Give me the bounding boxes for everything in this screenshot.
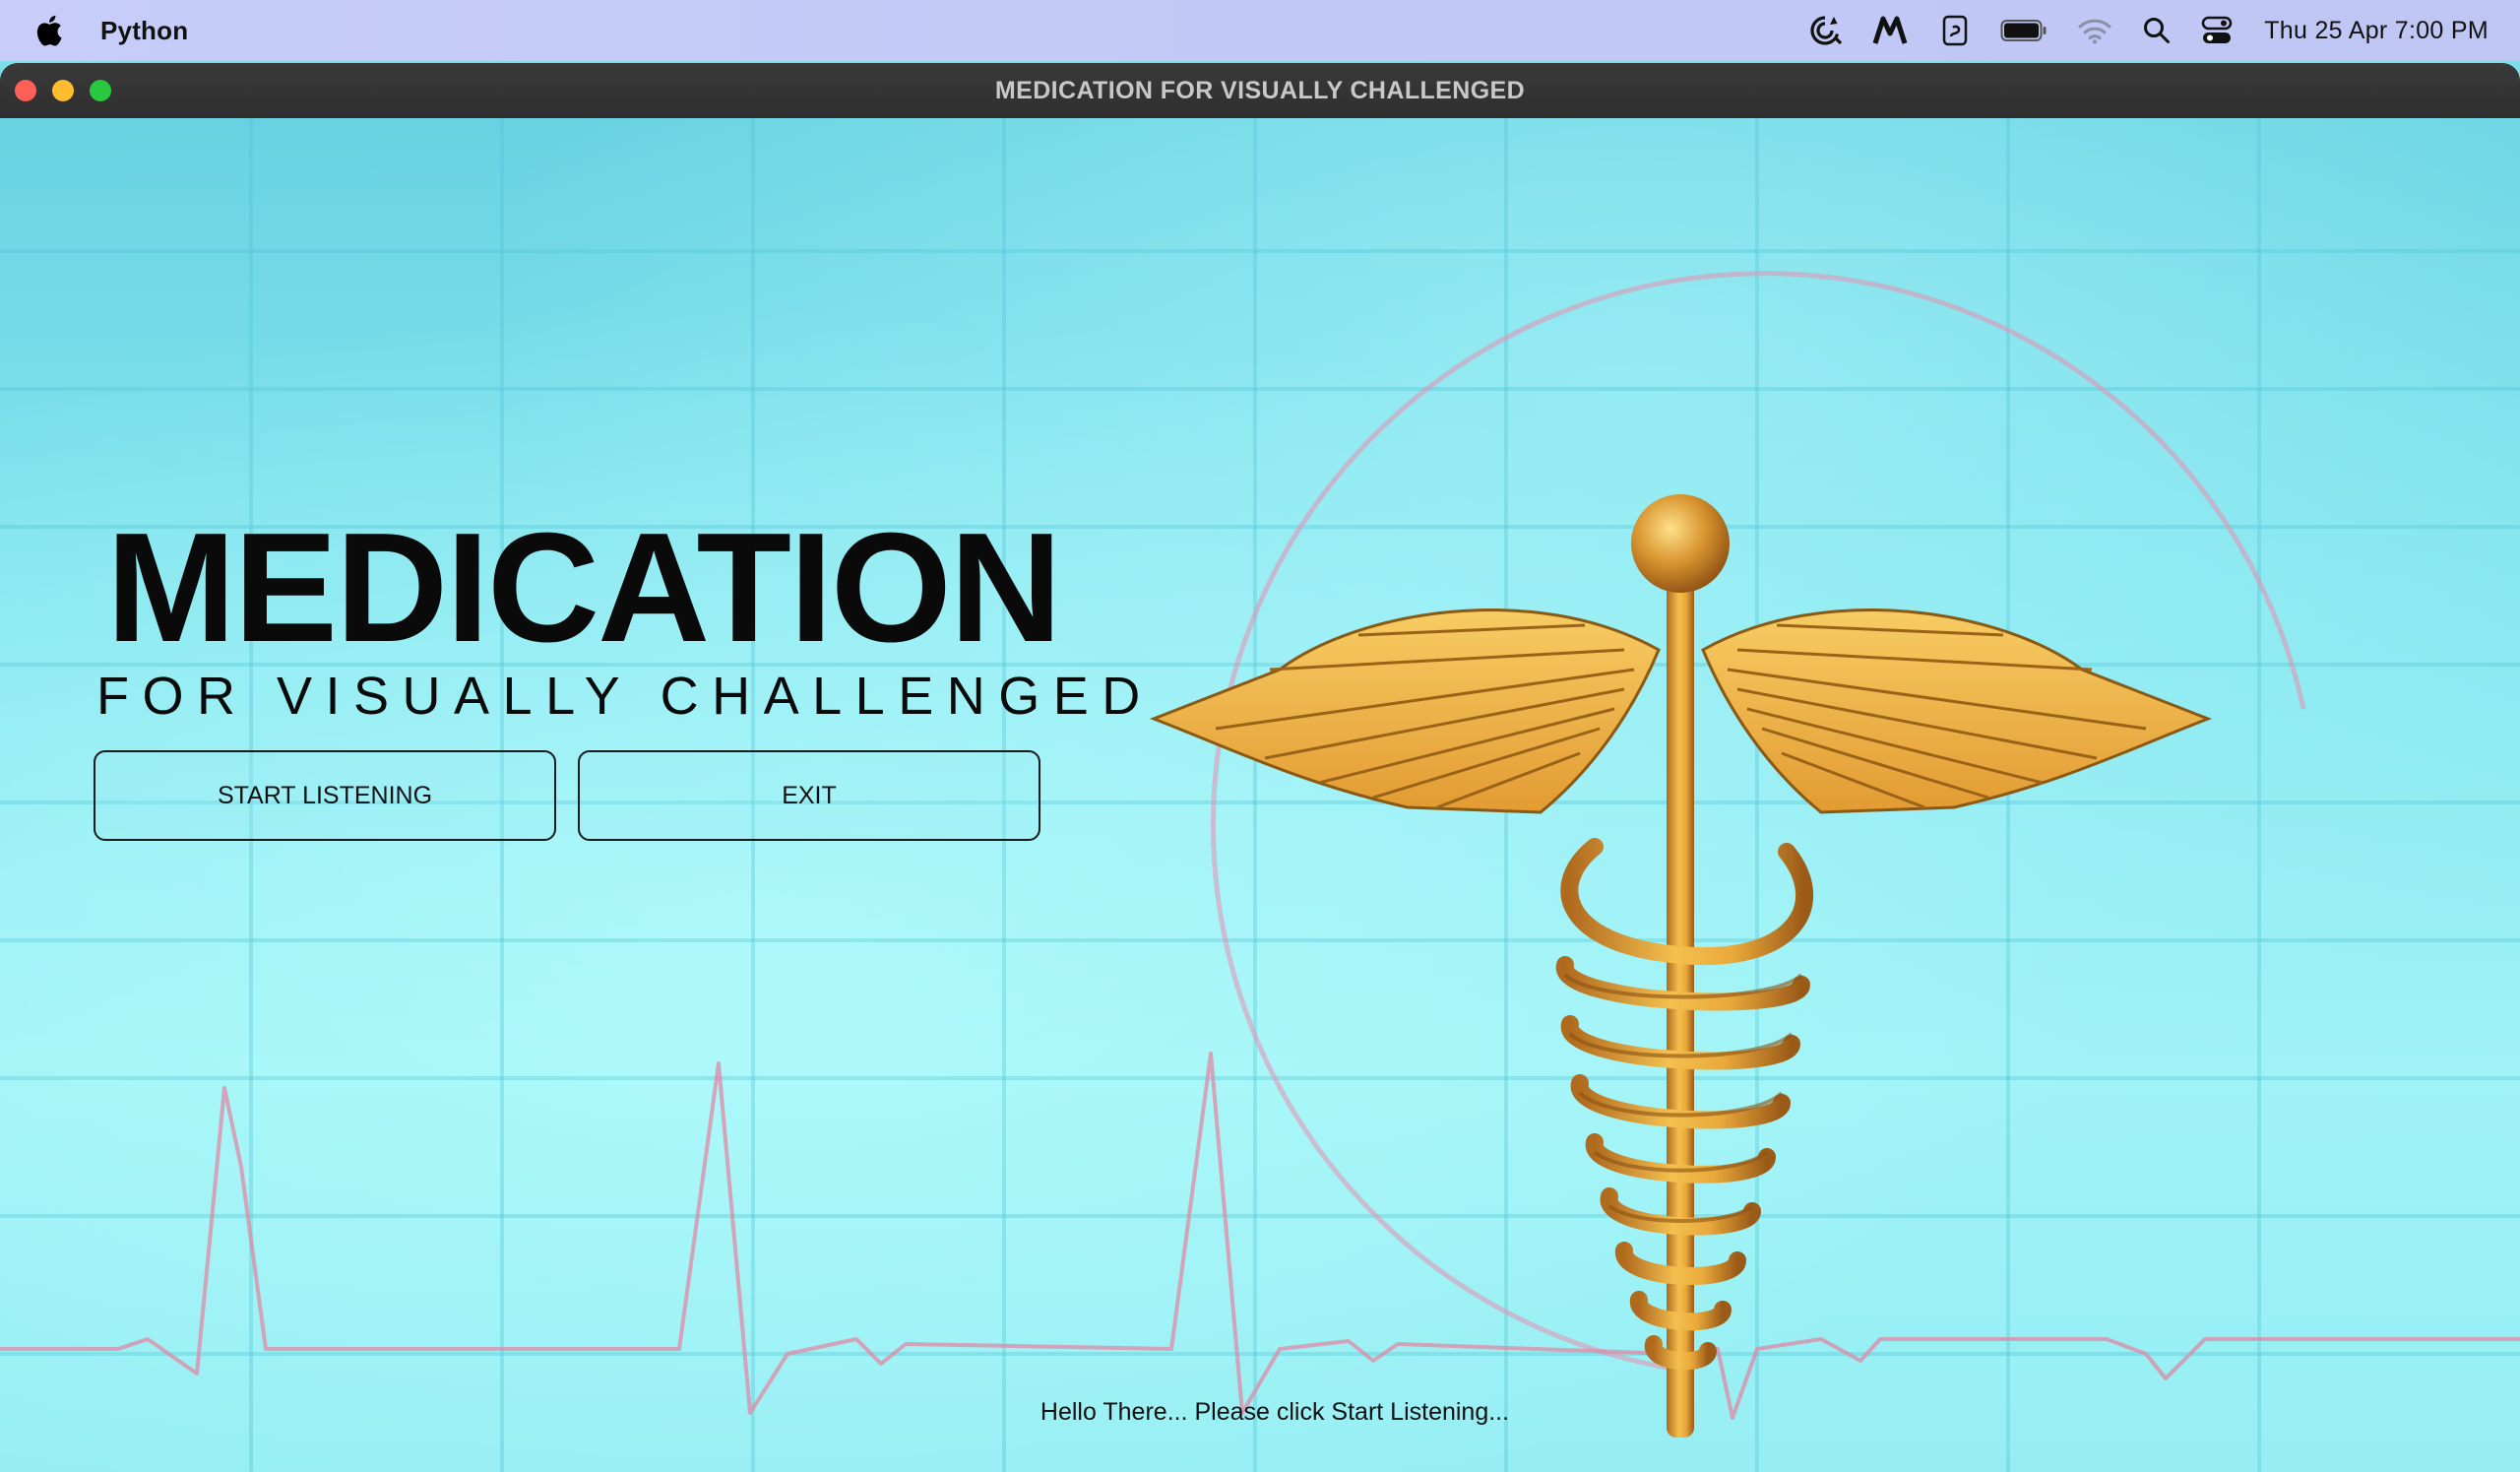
exit-button[interactable]: EXIT — [578, 750, 1040, 841]
search-icon[interactable] — [2142, 13, 2172, 48]
menu-bar: Python Thu 25 Apr 7:00 PM — [0, 0, 2520, 61]
zoom-window-button[interactable] — [90, 80, 111, 101]
window-titlebar[interactable]: MEDICATION FOR VISUALLY CHALLENGED — [0, 63, 2520, 118]
apple-icon[interactable] — [33, 15, 63, 46]
caduceus-illustration — [1149, 494, 2213, 1438]
app-window: MEDICATION FOR VISUALLY CHALLENGED MEDIC… — [0, 63, 2520, 1472]
start-listening-button[interactable]: START LISTENING — [94, 750, 556, 841]
app-heading: MEDICATION — [106, 501, 1062, 674]
heartbeat-line — [0, 1052, 2520, 1420]
control-center-icon[interactable] — [2201, 13, 2233, 48]
malwarebytes-icon[interactable] — [1872, 13, 1912, 48]
app-name[interactable]: Python — [100, 16, 188, 46]
minimize-window-button[interactable] — [52, 80, 74, 101]
status-message: Hello There... Please click Start Listen… — [1040, 1398, 1510, 1426]
close-window-button[interactable] — [15, 80, 36, 101]
window-content: MEDICATION FOR VISUALLY CHALLENGED START… — [0, 118, 2520, 1472]
sync-icon[interactable] — [1807, 13, 1843, 48]
menubar-clock[interactable]: Thu 25 Apr 7:00 PM — [2264, 17, 2488, 45]
app-subheading: FOR VISUALLY CHALLENGED — [96, 667, 1154, 726]
script-icon[interactable] — [1941, 13, 1971, 48]
battery-icon[interactable] — [2000, 13, 2048, 48]
wifi-icon[interactable] — [2077, 13, 2112, 48]
window-title: MEDICATION FOR VISUALLY CHALLENGED — [994, 76, 1526, 104]
